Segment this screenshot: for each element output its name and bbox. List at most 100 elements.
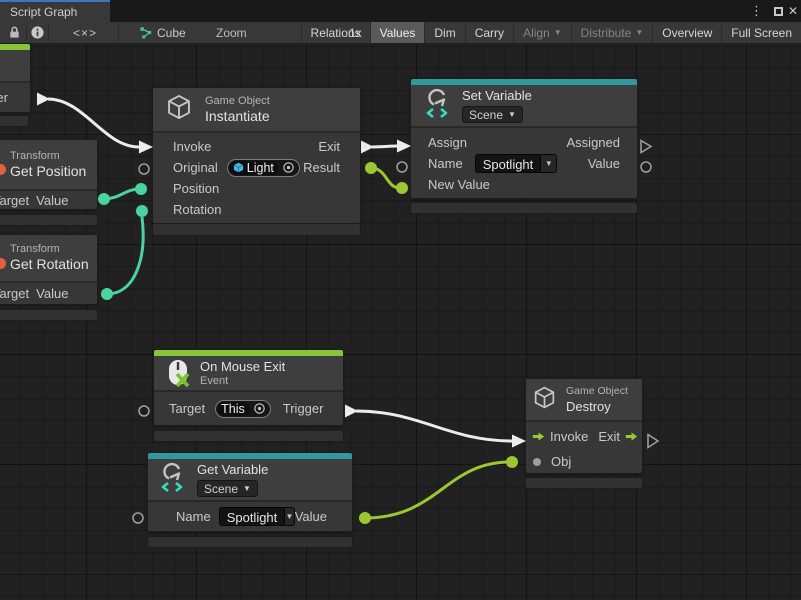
tab-title: Script Graph bbox=[10, 5, 77, 19]
game-object-icon bbox=[165, 93, 193, 126]
node-get-position[interactable]: Transform Get Position Target Value bbox=[0, 140, 97, 209]
tab-script-graph[interactable]: Script Graph bbox=[0, 0, 110, 22]
target-port-label: Target bbox=[169, 401, 205, 416]
values-button[interactable]: Values bbox=[370, 22, 425, 43]
node-title: Set Variable bbox=[462, 87, 532, 104]
node-footer bbox=[154, 431, 343, 441]
node-footer bbox=[411, 203, 637, 213]
original-port-label: Original bbox=[173, 160, 218, 175]
position-port-label: Position bbox=[173, 181, 219, 196]
breadcrumb[interactable]: Cube bbox=[157, 22, 186, 43]
invoke-port-label: Invoke bbox=[173, 139, 211, 154]
rotation-port-label: Rotation bbox=[173, 202, 221, 217]
distribute-button[interactable]: Distribute ▼ bbox=[571, 22, 653, 43]
result-port-label: Result bbox=[303, 160, 340, 175]
object-picker-icon[interactable] bbox=[282, 161, 295, 174]
node-get-rotation[interactable]: Transform Get Rotation Target Value bbox=[0, 235, 97, 304]
node-set-variable[interactable]: Set Variable Scene ▼ Assign Assigned Nam… bbox=[411, 79, 637, 198]
new-value-port-label: New Value bbox=[428, 177, 490, 192]
node-instantiate[interactable]: Game Object Instantiate Invoke Exit Orig… bbox=[153, 88, 360, 223]
invoke-port-label: Invoke bbox=[550, 429, 588, 444]
object-field[interactable]: This bbox=[215, 400, 271, 418]
obj-port-label: Obj bbox=[551, 454, 571, 469]
code-view-icon[interactable]: <×> bbox=[62, 22, 108, 43]
carry-button[interactable]: Carry bbox=[465, 22, 513, 43]
chevron-down-icon: ▼ bbox=[284, 508, 293, 525]
node-title: Instantiate bbox=[205, 108, 270, 125]
assign-port-label: Assign bbox=[428, 135, 467, 150]
object-field[interactable]: Light bbox=[227, 159, 300, 177]
node-footer bbox=[0, 310, 97, 320]
chevron-down-icon: ▼ bbox=[540, 155, 556, 172]
info-icon[interactable] bbox=[26, 22, 48, 43]
variable-scope-dropdown[interactable]: Scene ▼ bbox=[462, 106, 523, 123]
node-title: Destroy bbox=[566, 398, 628, 415]
node-footer bbox=[148, 537, 352, 547]
relations-button[interactable]: Relations bbox=[301, 22, 370, 43]
node-subtitle: Event bbox=[200, 375, 285, 388]
target-port-label: Target bbox=[0, 286, 29, 301]
value-port-label: Value bbox=[295, 509, 327, 524]
chevron-down-icon: ▼ bbox=[635, 28, 643, 37]
node-category: Game Object bbox=[205, 95, 270, 108]
variable-name-dropdown[interactable]: Spotlight ▼ bbox=[475, 154, 558, 173]
name-port-label: Name bbox=[428, 156, 463, 171]
node-footer bbox=[526, 478, 642, 488]
scope-value: Scene bbox=[469, 108, 503, 122]
chevron-down-icon: ▼ bbox=[554, 28, 562, 37]
flow-in-arrow-icon bbox=[531, 430, 546, 443]
window-maximize-icon[interactable] bbox=[774, 0, 783, 22]
window-close-icon[interactable]: ✕ bbox=[788, 0, 798, 22]
value-port-label: Value bbox=[36, 286, 68, 301]
variable-name-value: Spotlight bbox=[220, 508, 285, 525]
window-menu-icon[interactable]: ⋮ bbox=[750, 0, 763, 22]
variable-icon bbox=[421, 86, 453, 125]
node-footer bbox=[153, 224, 360, 235]
node-category: Transform bbox=[10, 150, 86, 163]
chevron-down-icon: ▼ bbox=[243, 484, 251, 493]
node-get-variable[interactable]: Get Variable Scene ▼ Name Spotlight ▼ Va… bbox=[148, 453, 352, 531]
graph-toolbar: <×> Cube Zoom 1x Relations Values Dim Ca… bbox=[0, 22, 801, 44]
variable-icon bbox=[156, 460, 188, 499]
scope-value: Scene bbox=[204, 482, 238, 496]
trigger-port-label: Trigger bbox=[0, 90, 8, 105]
node-title: Get Position bbox=[10, 163, 86, 180]
distribute-label: Distribute bbox=[581, 26, 632, 40]
variable-name-dropdown[interactable]: Spotlight ▼ bbox=[219, 507, 295, 526]
assigned-port-label: Assigned bbox=[567, 135, 620, 150]
mouse-exit-icon bbox=[164, 359, 192, 394]
full-screen-button[interactable]: Full Screen bbox=[721, 22, 801, 43]
node-footer bbox=[0, 215, 97, 225]
graph-canvas[interactable] bbox=[0, 44, 801, 600]
align-label: Align bbox=[523, 26, 550, 40]
target-port-label: Target bbox=[0, 193, 29, 208]
zoom-label: Zoom bbox=[216, 22, 247, 43]
toolbar-button-group: Relations Values Dim Carry Align ▼ Distr… bbox=[301, 22, 801, 43]
unity-object-icon bbox=[233, 162, 244, 173]
chevron-down-icon: ▼ bbox=[508, 110, 516, 119]
script-graph-window: Script Graph ⋮ ✕ <×> bbox=[0, 0, 801, 600]
lock-icon[interactable] bbox=[3, 22, 25, 43]
object-field-value: Light bbox=[247, 161, 274, 175]
transform-icon bbox=[0, 164, 6, 175]
variable-scope-dropdown[interactable]: Scene ▼ bbox=[197, 480, 258, 497]
node-category: Transform bbox=[10, 243, 89, 256]
transform-icon bbox=[0, 258, 6, 269]
value-port-label: Value bbox=[588, 156, 620, 171]
object-picker-icon[interactable] bbox=[253, 402, 266, 415]
graph-breadcrumb-icon bbox=[137, 22, 155, 43]
dim-button[interactable]: Dim bbox=[424, 22, 464, 43]
node-on-mouse-exit[interactable]: On Mouse Exit Event Target This Trigger bbox=[154, 350, 343, 425]
exit-port-label: Exit bbox=[598, 429, 620, 444]
node-destroy[interactable]: Game Object Destroy Invoke Exit Obj bbox=[526, 379, 642, 473]
align-button[interactable]: Align ▼ bbox=[513, 22, 571, 43]
name-port-label: Name bbox=[176, 509, 211, 524]
node-footer bbox=[0, 116, 28, 126]
node-category: Game Object bbox=[566, 385, 628, 398]
node-partial-event[interactable]: Trigger bbox=[0, 44, 30, 112]
node-title: Get Rotation bbox=[10, 256, 89, 273]
overview-button[interactable]: Overview bbox=[652, 22, 721, 43]
exit-port-label: Exit bbox=[318, 139, 340, 154]
trigger-port-label: Trigger bbox=[283, 401, 324, 416]
game-object-icon bbox=[532, 385, 557, 415]
